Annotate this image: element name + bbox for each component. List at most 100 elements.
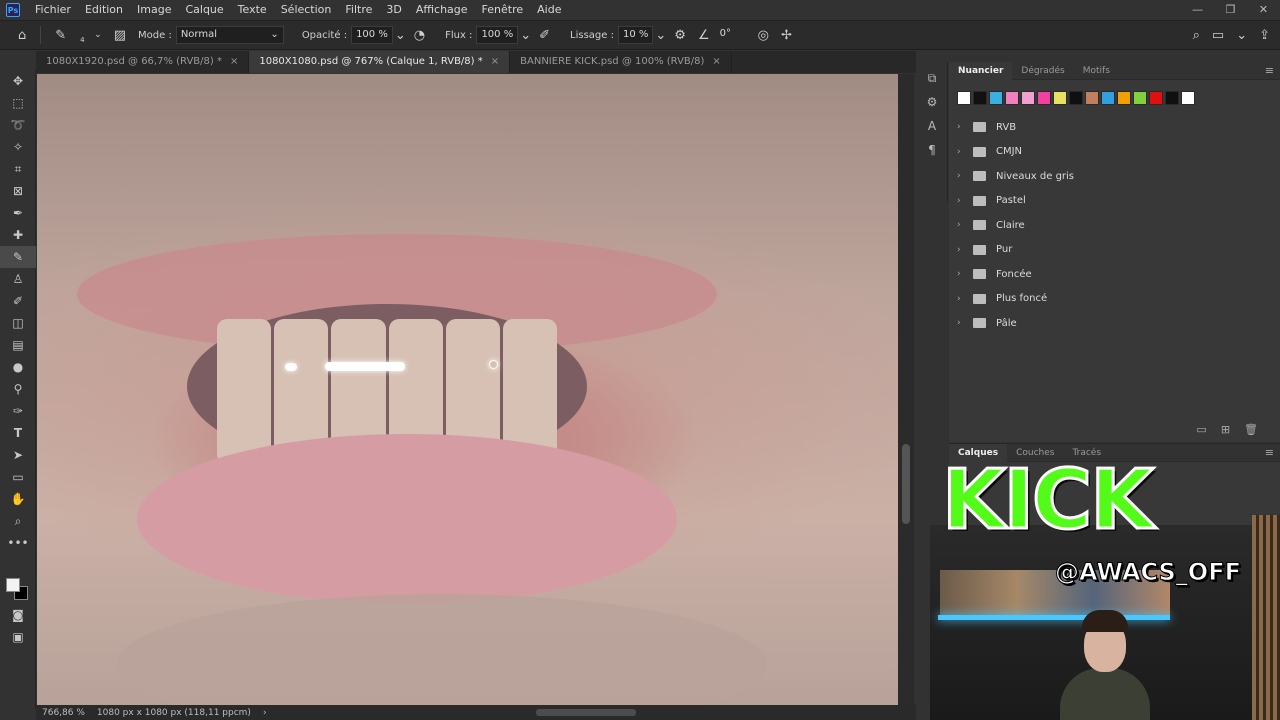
swatch-group-cmjn[interactable]: › CMJN xyxy=(949,140,1280,165)
close-icon[interactable]: × xyxy=(491,56,499,67)
minimize-icon[interactable]: — xyxy=(1181,0,1214,20)
magic-wand-tool-icon[interactable]: ✧ xyxy=(0,136,36,158)
close-icon[interactable]: × xyxy=(712,56,720,67)
menu-texte[interactable]: Texte xyxy=(231,0,274,20)
swatch-chip[interactable] xyxy=(957,91,971,105)
swatch-chip[interactable] xyxy=(1085,91,1099,105)
flow-field[interactable]: 100 % xyxy=(476,26,519,44)
zoom-tool-icon[interactable]: ⌕ xyxy=(0,510,36,532)
swatch-group-pale[interactable]: › Pâle xyxy=(949,311,1280,336)
menu-edition[interactable]: Edition xyxy=(78,0,130,20)
scrollbar-thumb[interactable] xyxy=(902,444,910,524)
swatch-chip[interactable] xyxy=(1149,91,1163,105)
opacity-field[interactable]: 100 % xyxy=(351,26,393,44)
eraser-tool-icon[interactable]: ◫ xyxy=(0,312,36,334)
blur-tool-icon[interactable]: ● xyxy=(0,356,36,378)
new-group-folder-icon[interactable]: ▭ xyxy=(1196,423,1206,436)
rectangle-tool-icon[interactable]: ▭ xyxy=(0,466,36,488)
menu-3d[interactable]: 3D xyxy=(379,0,408,20)
close-icon[interactable]: ✕ xyxy=(1247,0,1280,20)
chevron-down-icon[interactable]: ⌄ xyxy=(520,28,531,43)
swatch-group-pastel[interactable]: › Pastel xyxy=(949,189,1280,214)
swatch-chip[interactable] xyxy=(1181,91,1195,105)
swatch-chip[interactable] xyxy=(1069,91,1083,105)
status-menu-arrow[interactable]: › xyxy=(257,708,273,718)
menu-fenetre[interactable]: Fenêtre xyxy=(475,0,531,20)
tab-motifs[interactable]: Motifs xyxy=(1074,62,1119,80)
crop-tool-icon[interactable]: ⌗ xyxy=(0,158,36,180)
properties-panel-icon[interactable]: ⚙ xyxy=(916,90,948,114)
hand-tool-icon[interactable]: ✋ xyxy=(0,488,36,510)
new-swatch-icon[interactable]: ⊞ xyxy=(1221,423,1230,436)
swatch-chip[interactable] xyxy=(1133,91,1147,105)
swatch-chip[interactable] xyxy=(973,91,987,105)
tab-nuancier[interactable]: Nuancier xyxy=(949,61,1013,80)
menu-image[interactable]: Image xyxy=(130,0,178,20)
character-panel-icon[interactable]: A xyxy=(916,114,948,138)
screen-mode-icon[interactable]: ▣ xyxy=(0,626,36,648)
menu-selection[interactable]: Sélection xyxy=(274,0,339,20)
document-canvas[interactable] xyxy=(37,74,898,705)
mode-select[interactable]: Normal ⌄ xyxy=(175,26,284,44)
symmetry-icon[interactable]: ✢ xyxy=(781,28,792,43)
search-icon[interactable]: ⌕ xyxy=(1193,28,1200,43)
swatch-chip[interactable] xyxy=(1053,91,1067,105)
smoothing-field[interactable]: 10 % xyxy=(617,26,654,44)
swatch-chip[interactable] xyxy=(1021,91,1035,105)
chevron-down-icon[interactable]: ⌄ xyxy=(655,28,666,43)
canvas-vertical-scrollbar[interactable] xyxy=(898,74,914,705)
foreground-color-swatch[interactable] xyxy=(6,578,20,592)
swatch-group-pur[interactable]: › Pur xyxy=(949,238,1280,263)
swatch-group-plus-fonce[interactable]: › Plus foncé xyxy=(949,287,1280,312)
brush-settings-icon[interactable]: ▨ xyxy=(114,28,126,43)
zoom-level[interactable]: 766,86 % xyxy=(36,708,91,718)
canvas-horizontal-scrollbar[interactable] xyxy=(536,709,636,716)
menu-affichage[interactable]: Affichage xyxy=(409,0,475,20)
airbrush-icon[interactable]: ✐ xyxy=(539,28,550,43)
history-brush-tool-icon[interactable]: ✐ xyxy=(0,290,36,312)
close-icon[interactable]: × xyxy=(230,56,238,67)
swatch-group-niveaux-de-gris[interactable]: › Niveaux de gris xyxy=(949,164,1280,189)
swatch-chip[interactable] xyxy=(1005,91,1019,105)
gear-icon[interactable]: ⚙ xyxy=(674,28,686,43)
healing-brush-tool-icon[interactable]: ✚ xyxy=(0,224,36,246)
chevron-down-icon[interactable]: ⌄ xyxy=(1236,28,1247,43)
history-panel-icon[interactable]: ⧉ xyxy=(916,66,948,90)
chevron-down-icon[interactable]: ⌄ xyxy=(395,28,406,43)
paragraph-panel-icon[interactable]: ¶ xyxy=(916,138,948,162)
angle-field[interactable]: 0° xyxy=(716,26,752,44)
type-tool-icon[interactable]: T xyxy=(0,422,36,444)
home-icon[interactable]: ⌂ xyxy=(18,28,26,43)
marquee-tool-icon[interactable]: ⬚ xyxy=(0,92,36,114)
lasso-tool-icon[interactable]: ➰ xyxy=(0,114,36,136)
menu-fichier[interactable]: Fichier xyxy=(28,0,78,20)
eyedropper-tool-icon[interactable]: ✒ xyxy=(0,202,36,224)
swatch-group-rvb[interactable]: › RVB xyxy=(949,115,1280,140)
menu-filtre[interactable]: Filtre xyxy=(338,0,379,20)
swatch-chip[interactable] xyxy=(1165,91,1179,105)
swatch-chip[interactable] xyxy=(1037,91,1051,105)
brush-size-picker[interactable]: 4 ⌄ xyxy=(78,30,102,44)
tab-1080x1920[interactable]: 1080X1920.psd @ 66,7% (RVB/8) * × xyxy=(36,51,250,73)
menu-aide[interactable]: Aide xyxy=(530,0,568,20)
move-tool-icon[interactable]: ✥ xyxy=(0,70,36,92)
pressure-size-icon[interactable]: ◎ xyxy=(758,28,769,43)
brush-preset-icon[interactable]: ✎ xyxy=(55,28,66,43)
path-selection-tool-icon[interactable]: ➤ xyxy=(0,444,36,466)
brush-tool-icon[interactable]: ✎ xyxy=(0,246,36,268)
tab-degrades[interactable]: Dégradés xyxy=(1012,62,1073,80)
menu-calque[interactable]: Calque xyxy=(178,0,230,20)
pressure-opacity-icon[interactable]: ◔ xyxy=(414,28,425,43)
swatch-chip[interactable] xyxy=(989,91,1003,105)
swatch-group-foncee[interactable]: › Foncée xyxy=(949,262,1280,287)
tab-1080x1080[interactable]: 1080X1080.psd @ 767% (Calque 1, RVB/8) *… xyxy=(249,51,511,73)
stamp-tool-icon[interactable]: ♙ xyxy=(0,268,36,290)
panel-menu-icon[interactable]: ≡ xyxy=(1265,64,1274,77)
frame-tool-icon[interactable]: ⊠ xyxy=(0,180,36,202)
swatch-group-claire[interactable]: › Claire xyxy=(949,213,1280,238)
trash-icon[interactable]: 🗑 xyxy=(1244,423,1258,436)
pen-tool-icon[interactable]: ✑ xyxy=(0,400,36,422)
dodge-tool-icon[interactable]: ⚲ xyxy=(0,378,36,400)
gradient-tool-icon[interactable]: ▤ xyxy=(0,334,36,356)
quick-mask-icon[interactable]: ◙ xyxy=(0,604,36,626)
